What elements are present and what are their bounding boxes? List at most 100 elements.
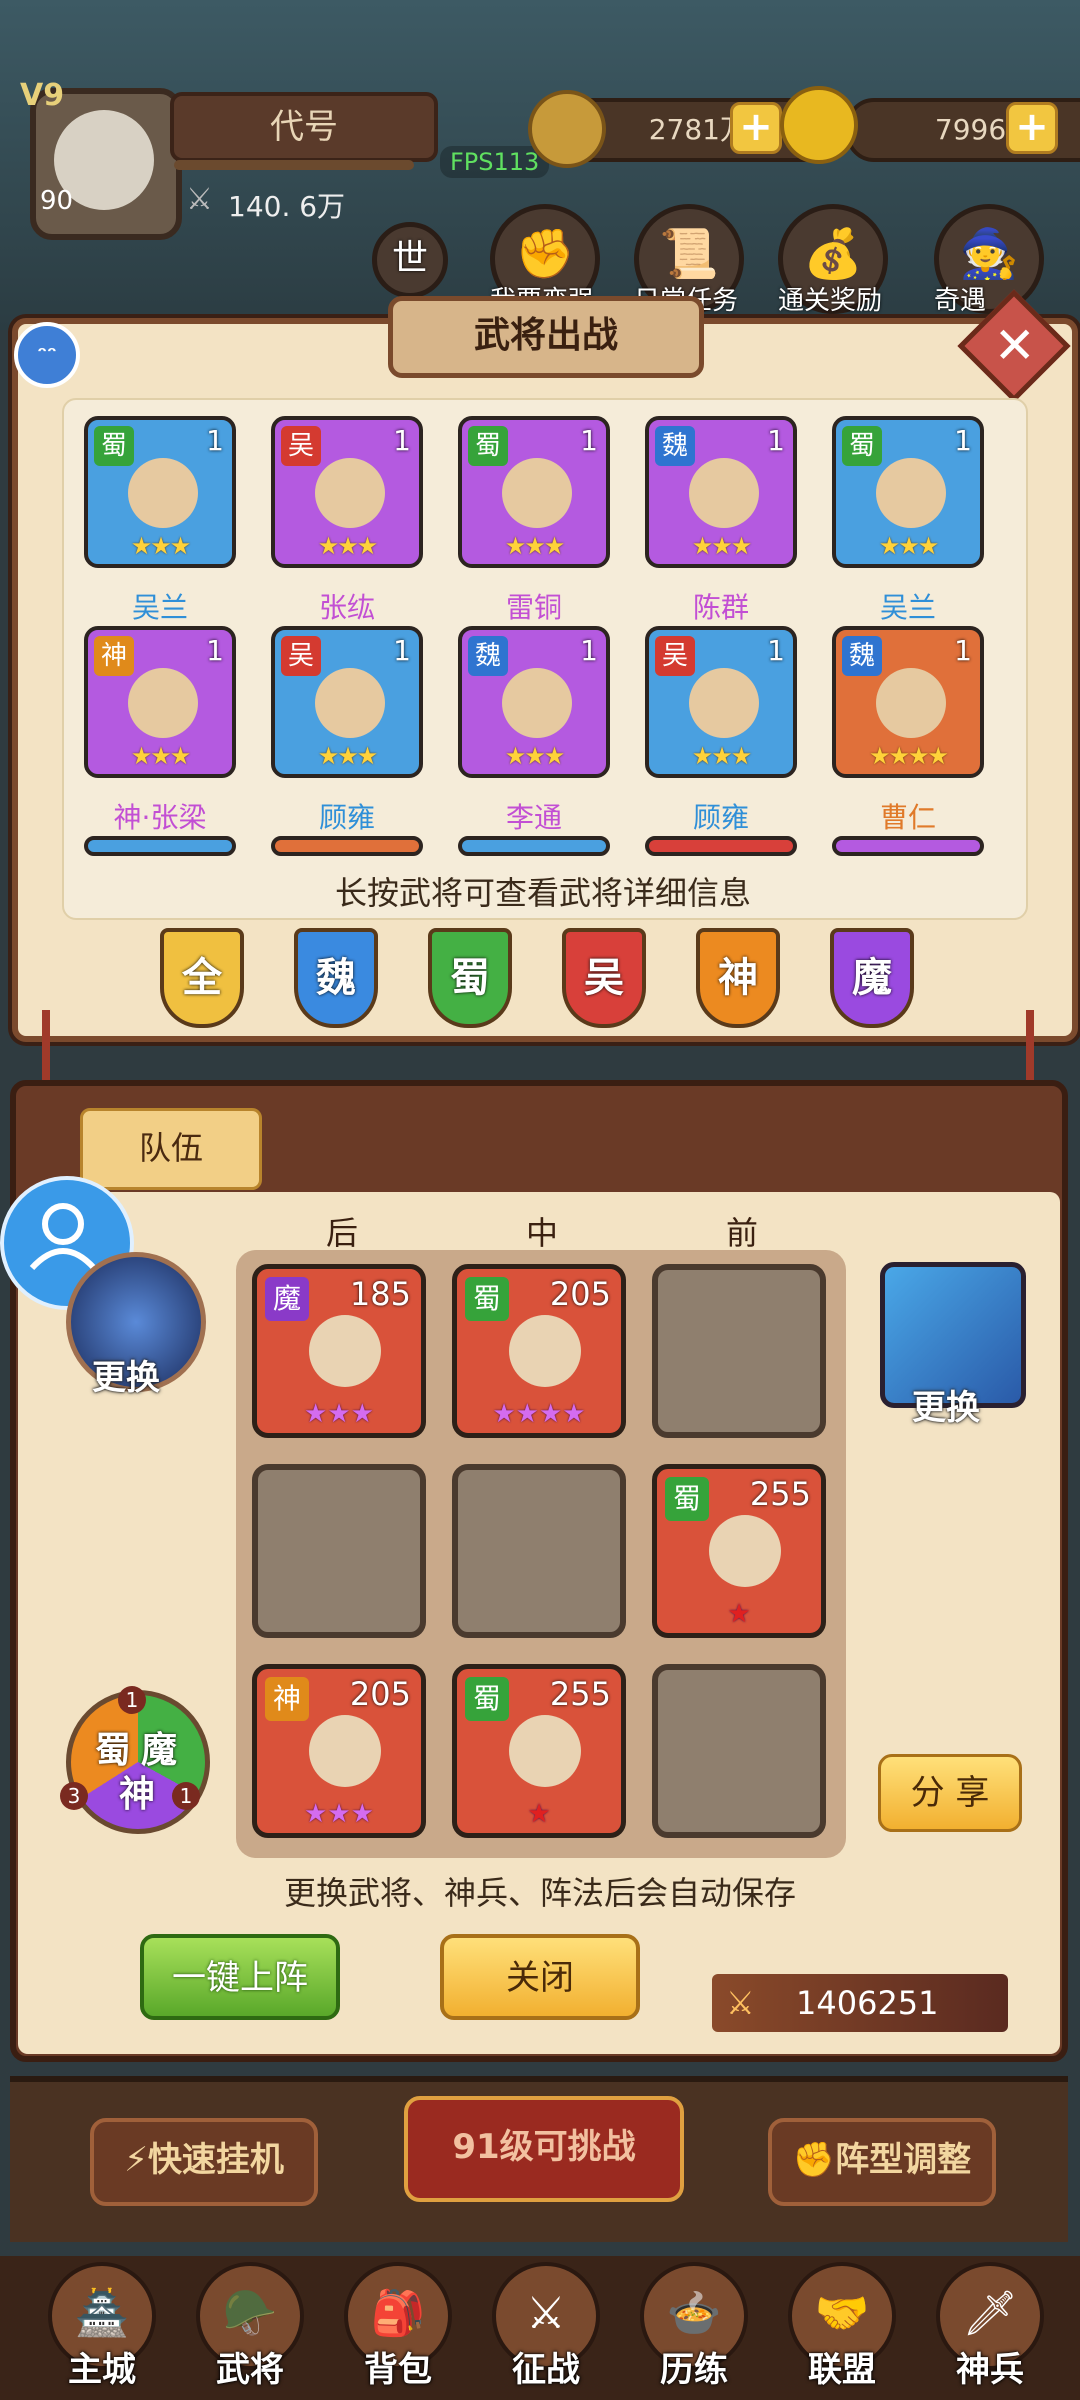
hero-card[interactable]: 魏 1 ★★★ bbox=[645, 416, 797, 568]
hero-card[interactable]: 吴 1 ★★★ bbox=[271, 626, 423, 778]
hero-card[interactable]: 吴 1 ★★★ bbox=[271, 416, 423, 568]
hero-stars: ★★★ bbox=[130, 742, 192, 770]
hero-count: 1 bbox=[206, 634, 224, 667]
hero-card[interactable]: 蜀 1 ★★★ bbox=[832, 416, 984, 568]
total-power-bar: ⚔ 1406251 bbox=[712, 1974, 1008, 2032]
hero-panel-title: 武将出战 bbox=[388, 296, 704, 378]
formation-slot-hero[interactable]: 蜀 255 ★ bbox=[452, 1664, 626, 1838]
tab-team[interactable]: 队伍 bbox=[80, 1108, 262, 1190]
hero-count: 1 bbox=[580, 424, 598, 457]
hero-name: 陈群 bbox=[692, 591, 749, 624]
world-chat-button[interactable]: 世 bbox=[372, 222, 448, 298]
nav-castle[interactable]: 🏯 主城 bbox=[42, 2262, 162, 2391]
faction-badge: 蜀 bbox=[665, 1477, 709, 1521]
formation-slot-empty[interactable] bbox=[452, 1464, 626, 1638]
hero-count: 1 bbox=[767, 634, 785, 667]
add-coins-button[interactable]: + bbox=[730, 102, 782, 154]
nav-general[interactable]: 🪖 武将 bbox=[190, 2262, 310, 2391]
hero-stars: ★★★ bbox=[304, 1799, 374, 1829]
hero-portrait bbox=[709, 1515, 781, 1587]
filter-banner-5[interactable]: 魔 bbox=[830, 928, 914, 1028]
hero-level: 255 bbox=[749, 1475, 811, 1513]
formation-adjust-button[interactable]: ✊阵型调整 bbox=[768, 2118, 996, 2206]
faction-badge: 魏 bbox=[842, 636, 882, 676]
hero-card[interactable]: 蜀 1 ★★★ bbox=[84, 416, 236, 568]
nav-backpack[interactable]: 🎒 背包 bbox=[338, 2262, 458, 2391]
nav-label: 历练 bbox=[660, 2350, 728, 2390]
hero-portrait bbox=[128, 458, 198, 528]
hero-card[interactable]: 神 1 ★★★ bbox=[84, 626, 236, 778]
hero-level: 185 bbox=[349, 1275, 411, 1313]
hero-count: 1 bbox=[580, 634, 598, 667]
formation-slot-empty[interactable] bbox=[652, 1664, 826, 1838]
nav-alliance[interactable]: 🤝 联盟 bbox=[782, 2262, 902, 2391]
hero-stars: ★★★ bbox=[317, 532, 379, 560]
synergy-count-1: 1 bbox=[118, 1686, 146, 1714]
hero-portrait bbox=[689, 458, 759, 528]
hero-name: 吴兰 bbox=[879, 591, 936, 624]
swap-weapon-label[interactable]: 更换 bbox=[912, 1380, 980, 1429]
hero-level: 255 bbox=[549, 1675, 611, 1713]
hero-portrait bbox=[309, 1315, 381, 1387]
adventure-button[interactable]: 🧙 奇遇 bbox=[934, 204, 1044, 317]
auto-save-hint: 更换武将、神兵、阵法后会自动保存 bbox=[283, 1874, 796, 1912]
hero-card[interactable] bbox=[458, 836, 610, 856]
hero-name: 曹仁 bbox=[879, 801, 936, 834]
nav-training[interactable]: 🍲 历练 bbox=[634, 2262, 754, 2391]
player-power: 140. 6万 bbox=[228, 190, 346, 223]
hero-card[interactable] bbox=[271, 836, 423, 856]
hero-card[interactable]: 吴 1 ★★★ bbox=[645, 626, 797, 778]
hero-card[interactable] bbox=[84, 836, 236, 856]
faction-badge: 蜀 bbox=[465, 1277, 509, 1321]
hero-count: 1 bbox=[954, 424, 972, 457]
row-label-front: 前 bbox=[725, 1214, 758, 1252]
hero-stars: ★★★ bbox=[504, 742, 566, 770]
hero-count: 1 bbox=[954, 634, 972, 667]
hero-card[interactable]: 魏 1 ★★★★ bbox=[832, 626, 984, 778]
formation-slot-hero[interactable]: 魔 185 ★★★ bbox=[252, 1264, 426, 1438]
hero-name: 神·张梁 bbox=[113, 801, 207, 834]
filter-banner-4[interactable]: 神 bbox=[696, 928, 780, 1028]
formation-slot-empty[interactable] bbox=[252, 1464, 426, 1638]
share-button[interactable]: 分 享 bbox=[878, 1754, 1022, 1832]
hero-portrait bbox=[689, 668, 759, 738]
hero-stars: ★ bbox=[527, 1799, 551, 1829]
faction-badge: 魔 bbox=[265, 1277, 309, 1321]
add-gold-button[interactable]: + bbox=[1006, 102, 1058, 154]
faction-badge: 蜀 bbox=[94, 426, 134, 466]
nav-battle[interactable]: ⚔ 征战 bbox=[486, 2262, 606, 2391]
formation-slot-hero[interactable]: 蜀 255 ★ bbox=[652, 1464, 826, 1638]
nav-divine-weapon[interactable]: 🗡 神兵 bbox=[930, 2262, 1050, 2391]
formation-slot-hero[interactable]: 蜀 205 ★★★★ bbox=[452, 1264, 626, 1438]
formation-slot-empty[interactable] bbox=[652, 1264, 826, 1438]
nav-label: 武将 bbox=[216, 2350, 284, 2390]
filter-banner-3[interactable]: 吴 bbox=[562, 928, 646, 1028]
vip-level: V9 bbox=[20, 78, 65, 113]
hero-card[interactable]: 蜀 1 ★★★ bbox=[458, 416, 610, 568]
clear-reward-button[interactable]: 💰 通关奖励 bbox=[778, 204, 888, 317]
hero-stars: ★★★ bbox=[691, 532, 753, 560]
chat-bubble-icon[interactable]: ᵔᵔ bbox=[14, 322, 80, 388]
one-click-deploy-button[interactable]: 一键上阵 bbox=[140, 1934, 340, 2020]
swap-formation-label[interactable]: 更换 bbox=[92, 1350, 160, 1399]
challenge-button[interactable]: 91级可挑战 bbox=[404, 2096, 684, 2202]
row-label-middle: 中 bbox=[525, 1214, 558, 1252]
hero-stars: ★★★ bbox=[878, 532, 940, 560]
hero-stars: ★★★★ bbox=[868, 742, 949, 770]
filter-banner-1[interactable]: 魏 bbox=[294, 928, 378, 1028]
power-sword-icon: ⚔ bbox=[726, 1984, 755, 2022]
hero-portrait bbox=[309, 1715, 381, 1787]
formation-slot-hero[interactable]: 神 205 ★★★ bbox=[252, 1664, 426, 1838]
fist-small-icon: ✊ bbox=[792, 2140, 836, 2180]
hero-card[interactable] bbox=[645, 836, 797, 856]
nav-label: 征战 bbox=[512, 2350, 580, 2390]
hero-portrait bbox=[509, 1315, 581, 1387]
filter-banner-0[interactable]: 全 bbox=[160, 928, 244, 1028]
close-icon: ✕ bbox=[993, 316, 1036, 375]
hero-card[interactable]: 魏 1 ★★★ bbox=[458, 626, 610, 778]
player-name: 代号 bbox=[170, 92, 438, 162]
close-team-button[interactable]: 关闭 bbox=[440, 1934, 640, 2020]
filter-banner-2[interactable]: 蜀 bbox=[428, 928, 512, 1028]
quick-idle-button[interactable]: ⚡快速挂机 bbox=[90, 2118, 318, 2206]
hero-card[interactable] bbox=[832, 836, 984, 856]
